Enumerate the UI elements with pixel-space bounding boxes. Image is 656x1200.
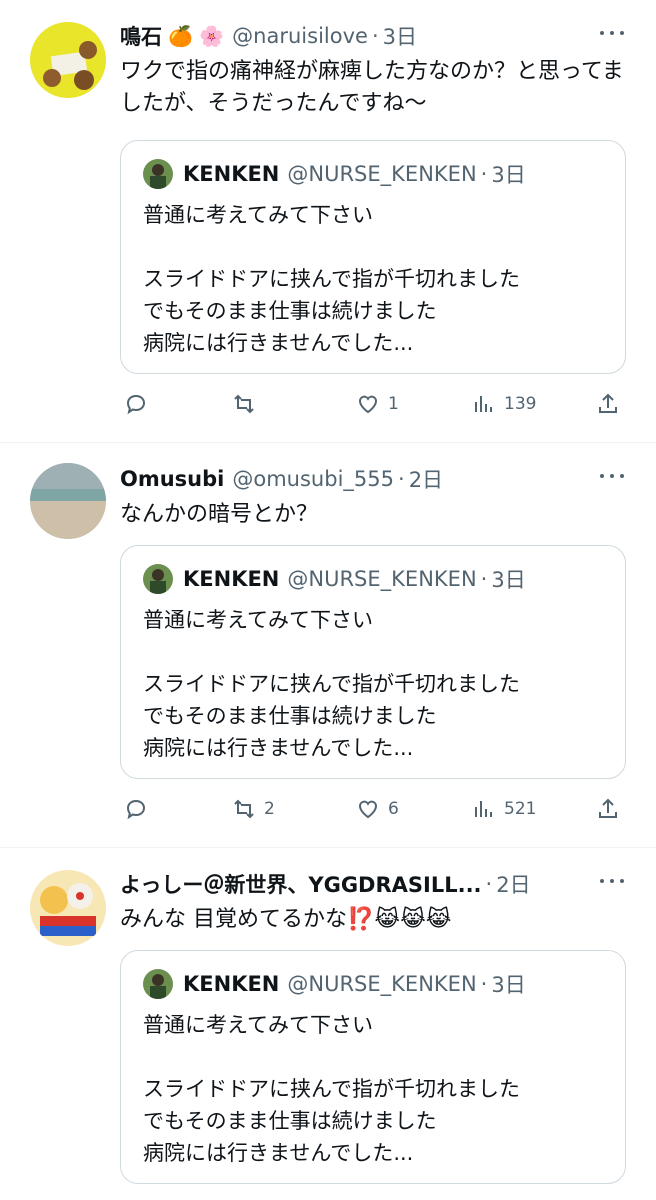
quoted-avatar — [143, 159, 173, 189]
timeline-feed: 鳴石 🍊 🌸 @naruisilove · 3日 ワクで指の痛神経が麻痺した方な… — [0, 0, 656, 1200]
share-icon — [599, 393, 617, 413]
separator-dot: · — [480, 162, 488, 186]
tweet-text: みんな 目覚めてるかな⁉️😹😹😹 — [120, 907, 452, 932]
reply-icon — [126, 799, 146, 820]
separator-dot: · — [480, 567, 488, 591]
tweet[interactable]: 鳴石 🍊 🌸 @naruisilove · 3日 ワクで指の痛神経が麻痺した方な… — [0, 0, 656, 443]
quoted-timestamp: 3日 — [491, 973, 526, 997]
tweet-text: ワクで指の痛神経が麻痺した方なのか？と思ってましたが、そうだったんですね〜 — [120, 59, 624, 116]
display-name[interactable]: よっしー＠新世界、YGGDRASILL... — [120, 869, 482, 899]
views-button[interactable]: 139 — [472, 392, 536, 416]
more-icon[interactable] — [600, 28, 626, 40]
reply-button[interactable] — [124, 797, 148, 821]
display-name[interactable]: Omusubi — [120, 467, 224, 491]
timestamp[interactable]: 3日 — [383, 21, 417, 51]
tweet-text: なんかの暗号とか？ — [120, 502, 319, 527]
quoted-avatar — [143, 564, 173, 594]
quoted-display-name: KENKEN — [183, 162, 280, 186]
share-icon — [599, 798, 617, 818]
heart-icon — [358, 395, 378, 414]
quoted-timestamp: 3日 — [491, 163, 526, 187]
retweet-icon — [234, 394, 254, 414]
views-icon — [475, 801, 492, 817]
timestamp[interactable]: 2日 — [496, 869, 530, 899]
retweet-button[interactable] — [232, 392, 264, 416]
more-icon[interactable] — [600, 876, 626, 888]
separator-dot: · — [480, 972, 488, 996]
tweet[interactable]: よっしー＠新世界、YGGDRASILL... · 2日 みんな 目覚めてるかな⁉… — [0, 848, 656, 1200]
reply-button[interactable] — [124, 392, 148, 416]
action-bar: 1 139 — [120, 392, 626, 426]
user-handle[interactable]: @naruisilove — [232, 24, 368, 48]
separator-dot: · — [371, 24, 379, 48]
avatar[interactable] — [30, 870, 106, 946]
separator-dot: · — [485, 872, 493, 896]
avatar[interactable] — [30, 463, 106, 539]
like-count: 1 — [388, 394, 399, 414]
quoted-display-name: KENKEN — [183, 567, 280, 591]
quoted-text: 普通に考えてみて下さい スライドドアに挟んで指が千切れました でもそのまま仕事は… — [143, 608, 520, 760]
quoted-avatar — [143, 969, 173, 999]
more-icon[interactable] — [600, 471, 626, 483]
share-button[interactable] — [596, 797, 620, 821]
reply-icon — [126, 394, 146, 415]
quoted-handle: @NURSE_KENKEN — [287, 162, 477, 186]
separator-dot: · — [398, 467, 405, 491]
display-name[interactable]: 鳴石 — [120, 21, 162, 51]
quoted-tweet[interactable]: KENKEN @NURSE_KENKEN · 3日 普通に考えてみて下さい スラ… — [120, 545, 626, 779]
views-button[interactable]: 521 — [472, 797, 536, 821]
user-handle[interactable]: @omusubi_555 — [232, 467, 394, 491]
quoted-timestamp: 3日 — [491, 568, 526, 592]
views-icon — [475, 396, 492, 412]
quoted-tweet[interactable]: KENKEN @NURSE_KENKEN · 3日 普通に考えてみて下さい スラ… — [120, 950, 626, 1184]
like-button[interactable]: 6 — [356, 797, 399, 821]
like-count: 6 — [388, 799, 399, 819]
tweet[interactable]: Omusubi @omusubi_555 · 2日 なんかの暗号とか？ KENK… — [0, 443, 656, 848]
quoted-text: 普通に考えてみて下さい スライドドアに挟んで指が千切れました でもそのまま仕事は… — [143, 1013, 520, 1165]
heart-icon — [358, 800, 378, 819]
quoted-tweet[interactable]: KENKEN @NURSE_KENKEN · 3日 普通に考えてみて下さい スラ… — [120, 140, 626, 374]
quoted-display-name: KENKEN — [183, 972, 280, 996]
name-emojis: 🍊 🌸 — [168, 24, 225, 48]
view-count: 139 — [504, 394, 537, 414]
retweet-count: 2 — [264, 799, 275, 819]
action-bar: 2 6 521 — [120, 797, 626, 831]
quoted-text: 普通に考えてみて下さい スライドドアに挟んで指が千切れました でもそのまま仕事は… — [143, 203, 520, 355]
quoted-handle: @NURSE_KENKEN — [287, 972, 477, 996]
like-button[interactable]: 1 — [356, 392, 399, 416]
retweet-icon — [234, 799, 254, 819]
avatar[interactable] — [30, 22, 106, 98]
timestamp[interactable]: 2日 — [409, 464, 443, 494]
view-count: 521 — [504, 799, 537, 819]
quoted-handle: @NURSE_KENKEN — [287, 567, 477, 591]
retweet-button[interactable]: 2 — [232, 797, 275, 821]
share-button[interactable] — [596, 392, 620, 416]
